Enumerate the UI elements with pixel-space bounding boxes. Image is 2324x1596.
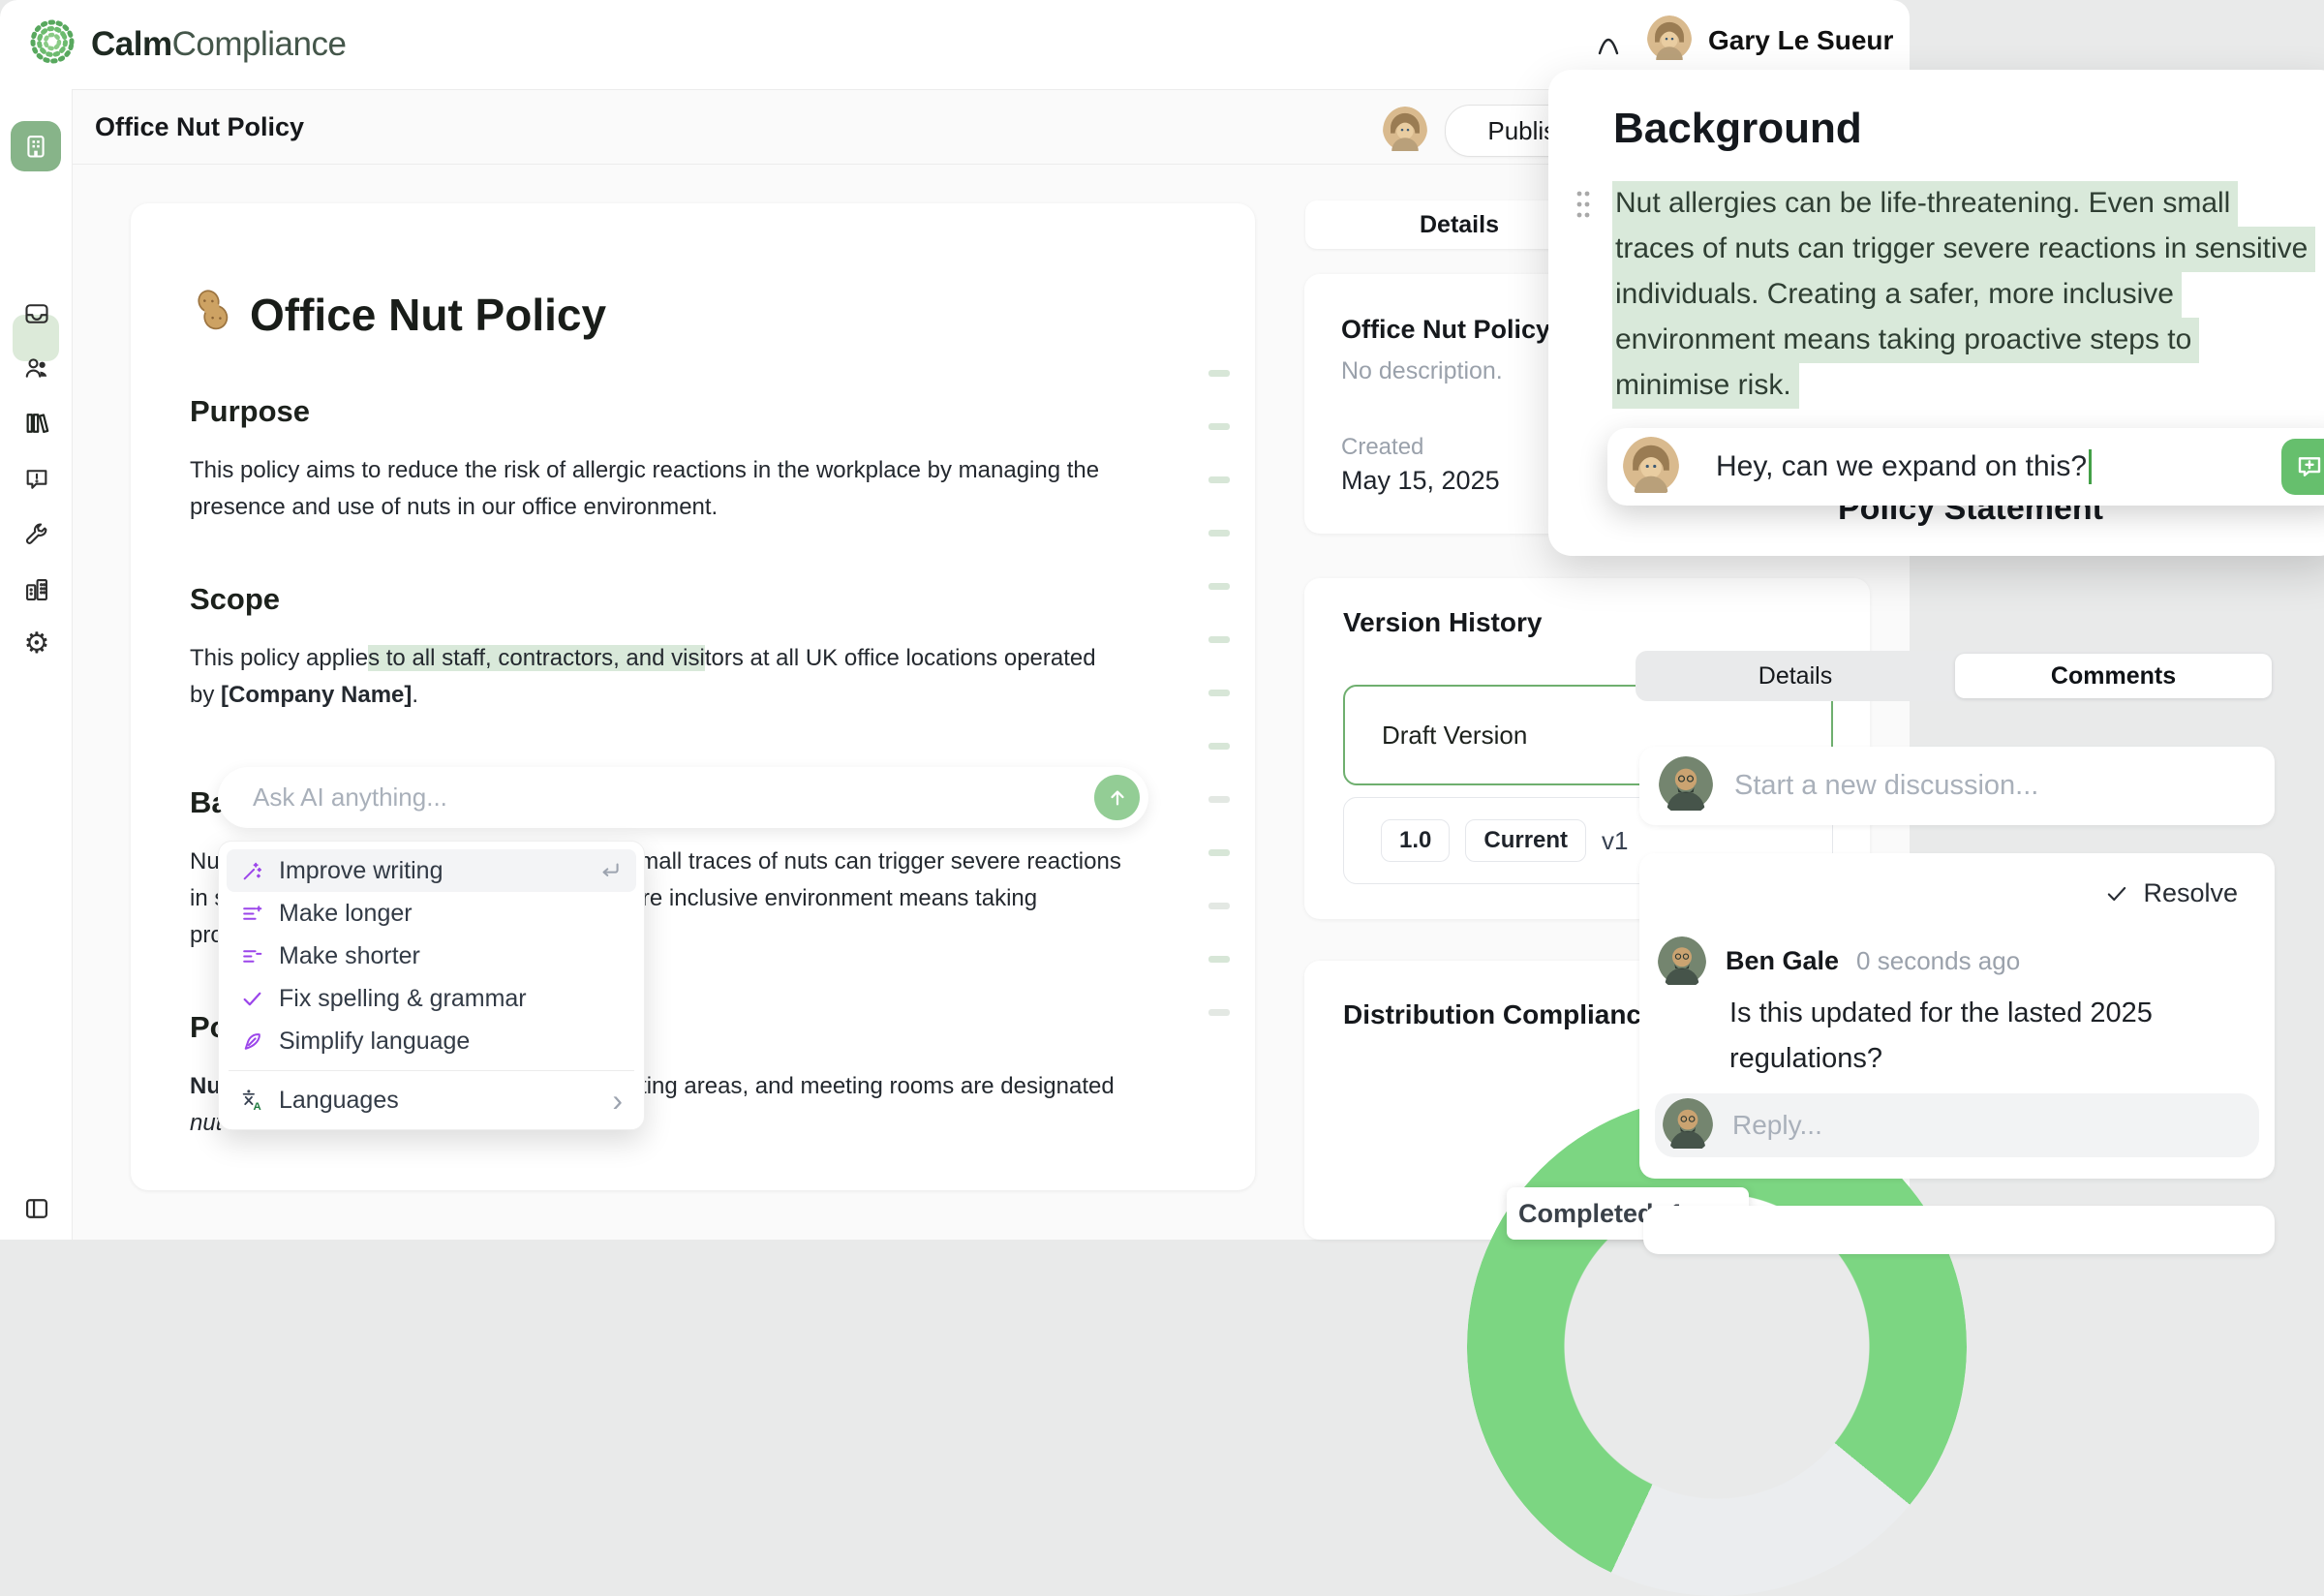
ask-ai-placeholder: Ask AI anything...: [253, 783, 1094, 813]
menu-item-make-shorter[interactable]: Make shorter: [227, 935, 636, 977]
next-thread-card[interactable]: [1643, 1206, 2275, 1254]
preview-heading: Background: [1613, 105, 1862, 153]
comment-composer[interactable]: Hey, can we expand on this?: [1607, 428, 2324, 506]
drag-handle-icon[interactable]: [1572, 186, 1595, 230]
gear-icon: ⚙: [24, 629, 50, 659]
current-badge: Current: [1465, 819, 1586, 862]
resolve-button[interactable]: Resolve: [2104, 878, 2238, 908]
brand-spiral-icon: [27, 16, 77, 72]
menu-item-make-longer[interactable]: Make longer: [227, 892, 636, 935]
composer-avatar: [1623, 437, 1679, 498]
document-title: Office Nut Policy: [190, 287, 1197, 342]
reply-input[interactable]: Reply...: [1655, 1093, 2259, 1157]
sidebar-item-people[interactable]: [22, 353, 51, 383]
sidebar-item-library[interactable]: [22, 409, 51, 438]
enter-key-icon: [597, 858, 623, 883]
lines-minus-icon: [240, 944, 264, 968]
org-building-icon[interactable]: [11, 121, 61, 171]
tab-comments[interactable]: Comments: [1955, 654, 2272, 698]
ask-ai-send-button[interactable]: [1094, 775, 1140, 820]
sidebar-item-organisation[interactable]: [22, 575, 51, 604]
section-heading-scope: Scope: [190, 582, 1197, 617]
text-cursor: [2089, 449, 2092, 484]
svg-text:A: A: [254, 1100, 261, 1112]
user-name[interactable]: Gary Le Sueur: [1708, 25, 1893, 56]
details-doc-title: Office Nut Policy: [1341, 315, 1550, 345]
brand-logo[interactable]: CalmCompliance: [27, 16, 346, 72]
tab-details[interactable]: Details: [1636, 651, 1955, 701]
caret-icon[interactable]: [1592, 21, 1625, 65]
menu-item-languages[interactable]: A Languages ›: [227, 1079, 636, 1121]
comment-timestamp: 0 seconds ago: [1856, 946, 2020, 976]
sidebar: ⚙: [0, 89, 73, 1240]
new-discussion-card[interactable]: Start a new discussion...: [1639, 747, 2275, 825]
sidebar-item-feedback[interactable]: [22, 465, 51, 494]
chevron-right-icon: ›: [612, 1090, 623, 1110]
brand-name: CalmCompliance: [91, 25, 346, 64]
arrow-up-icon: [1107, 787, 1128, 809]
magic-wand-icon: [240, 859, 264, 883]
peanut-emoji: [190, 287, 234, 342]
submit-comment-button[interactable]: [2281, 439, 2324, 495]
version-history-title: Version History: [1343, 607, 1542, 638]
feather-icon: [240, 1029, 264, 1054]
reply-avatar: [1663, 1098, 1713, 1153]
sidebar-item-inbox[interactable]: [22, 299, 51, 328]
details-comments-tabs: Details Comments: [1636, 651, 2275, 701]
version-number-badge: 1.0: [1381, 819, 1450, 862]
check-icon: [240, 987, 264, 1011]
text-highlight: s to all staff, contractors, and visi: [368, 645, 705, 671]
comment-text: Is this updated for the lasted 2025regul…: [1729, 991, 2153, 1082]
user-avatar[interactable]: [1647, 15, 1692, 65]
page-title: Office Nut Policy: [95, 112, 304, 142]
purpose-paragraph: This policy aims to reduce the risk of a…: [190, 452, 1197, 526]
details-description: No description.: [1341, 357, 1503, 385]
check-icon: [2104, 881, 2129, 906]
version-tag: v1: [1602, 826, 1628, 856]
ai-actions-menu: Improve writing Make longer Make shorter…: [218, 841, 645, 1130]
translate-icon: A: [240, 1089, 264, 1113]
new-discussion-placeholder: Start a new discussion...: [1734, 770, 2038, 802]
sidebar-collapse-toggle[interactable]: [22, 1194, 51, 1223]
menu-item-improve-writing[interactable]: Improve writing: [227, 849, 636, 892]
comment-author-name[interactable]: Ben Gale: [1726, 946, 1839, 976]
created-value: May 15, 2025: [1341, 466, 1500, 496]
reply-placeholder: Reply...: [1732, 1110, 1822, 1141]
sidebar-item-tools[interactable]: [22, 520, 51, 549]
screen: { "header": {"brand_bold": "Calm", "bran…: [0, 0, 2324, 1240]
collaborator-avatar[interactable]: [1383, 107, 1427, 156]
comment-draft-text[interactable]: Hey, can we expand on this?: [1716, 450, 2087, 483]
ask-ai-input[interactable]: Ask AI anything...: [218, 767, 1148, 828]
menu-item-simplify-language[interactable]: Simplify language: [227, 1020, 636, 1062]
comment-thread-card: Resolve Ben Gale 0 seconds ago Is this u…: [1639, 853, 2275, 1179]
distribution-title: Distribution Compliance: [1343, 999, 1657, 1030]
ben-avatar: [1659, 756, 1713, 815]
menu-item-fix-spelling[interactable]: Fix spelling & grammar: [227, 977, 636, 1020]
sidebar-item-settings[interactable]: ⚙: [22, 629, 51, 659]
comment-plus-icon: [2295, 452, 2324, 481]
section-heading-purpose: Purpose: [190, 394, 1197, 429]
lines-plus-icon: [240, 902, 264, 926]
highlighted-paragraph[interactable]: Nut allergies can be life-threatening. E…: [1612, 181, 2315, 409]
menu-divider: [229, 1070, 634, 1071]
scope-paragraph: This policy applies to all staff, contra…: [190, 640, 1197, 714]
created-label: Created: [1341, 434, 1423, 461]
comment-author-avatar: [1658, 936, 1706, 990]
